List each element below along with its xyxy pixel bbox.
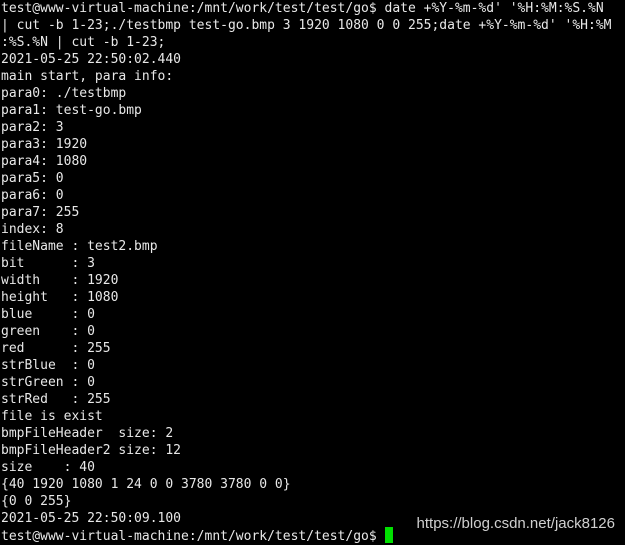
terminal-line: bmpFileHeader size: 2	[1, 426, 174, 441]
terminal-line: para2: 3	[1, 120, 64, 135]
terminal-line: index: 8	[1, 222, 64, 237]
terminal-line: strRed : 255	[1, 392, 111, 407]
terminal-line: fileName : test2.bmp	[1, 239, 158, 254]
terminal-line: bit : 3	[1, 256, 95, 271]
cursor-icon	[384, 527, 393, 543]
watermark: https://blog.csdn.net/jack8126	[416, 515, 615, 532]
terminal-line: green : 0	[1, 324, 95, 339]
terminal-line: para1: test-go.bmp	[1, 103, 142, 118]
terminal-output[interactable]: test@www-virtual-machine:/mnt/work/test/…	[1, 0, 611, 544]
terminal-line: para3: 1920	[1, 137, 88, 152]
terminal-line: {0 0 255}	[1, 494, 72, 509]
terminal-line: main start, para info:	[1, 69, 174, 84]
terminal-line: strBlue : 0	[1, 358, 95, 373]
terminal-line: strGreen : 0	[1, 375, 95, 390]
terminal-line: size : 40	[1, 460, 95, 475]
terminal-line: para6: 0	[1, 188, 64, 203]
terminal-line: file is exist	[1, 409, 103, 424]
terminal-line: bmpFileHeader2 size: 12	[1, 443, 182, 458]
terminal-line: height : 1080	[1, 290, 119, 305]
terminal-line: width : 1920	[1, 273, 119, 288]
terminal-line: test@www-virtual-machine:/mnt/work/test/…	[1, 1, 604, 16]
terminal-line: para7: 255	[1, 205, 80, 220]
shell-prompt: test@www-virtual-machine:/mnt/work/test/…	[1, 529, 385, 544]
terminal-line: blue : 0	[1, 307, 95, 322]
terminal-line: | cut -b 1-23;./testbmp test-go.bmp 3 19…	[1, 18, 612, 33]
terminal-line: :%S.%N | cut -b 1-23;	[1, 35, 166, 50]
terminal-line: para4: 1080	[1, 154, 88, 169]
terminal-line: para0: ./testbmp	[1, 86, 127, 101]
terminal-line: 2021-05-25 22:50:02.440	[1, 52, 182, 67]
terminal-line: red : 255	[1, 341, 111, 356]
terminal-line: {40 1920 1080 1 24 0 0 3780 3780 0 0}	[1, 477, 291, 492]
terminal-line: para5: 0	[1, 171, 64, 186]
